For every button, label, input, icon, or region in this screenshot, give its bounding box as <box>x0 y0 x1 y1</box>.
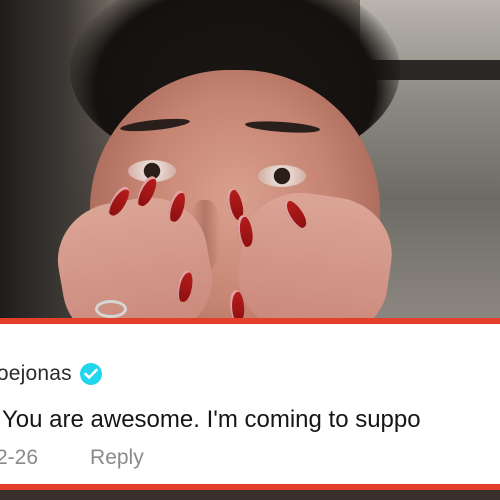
comment-text: You are awesome. I'm coming to suppo <box>2 406 421 433</box>
right-eye <box>258 165 306 187</box>
ring <box>95 300 127 318</box>
comment-header: joejonas <box>0 362 102 386</box>
comment-date: 2-26 <box>0 446 39 469</box>
reply-button[interactable]: Reply <box>90 446 144 470</box>
video-frame <box>0 0 500 330</box>
comment-username[interactable]: joejonas <box>0 362 72 386</box>
verified-check-icon <box>79 363 102 385</box>
comment-card: joejonas You are awesome. I'm coming to … <box>0 318 500 490</box>
comment-meta: 2-26 Reply <box>0 446 144 470</box>
bottom-strip <box>0 490 500 500</box>
